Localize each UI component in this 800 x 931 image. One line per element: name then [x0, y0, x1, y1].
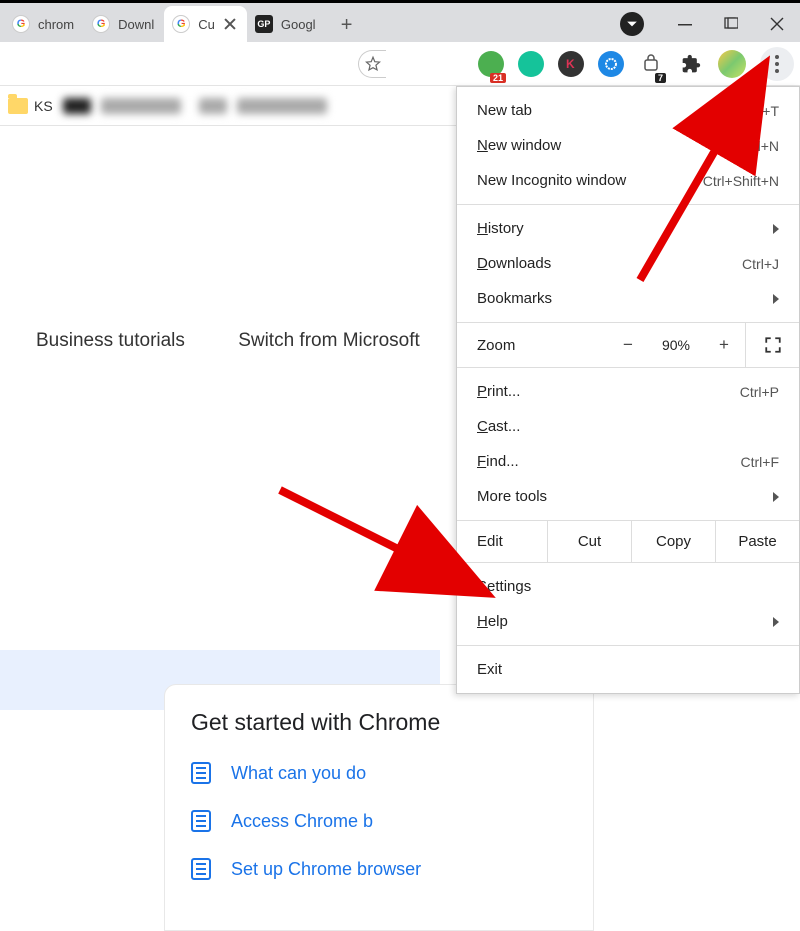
menu-bookmarks[interactable]: Bookmarks — [457, 281, 799, 316]
extension-3[interactable]: K — [558, 51, 584, 77]
bookmark-star-button[interactable] — [358, 50, 386, 78]
google-favicon — [172, 15, 190, 33]
google-favicon — [92, 15, 110, 33]
edit-paste[interactable]: Paste — [715, 521, 799, 562]
extension-4[interactable] — [598, 51, 624, 77]
bookmark-folder[interactable]: KS — [8, 98, 53, 114]
edit-cut[interactable]: Cut — [547, 521, 631, 562]
maximize-button[interactable] — [708, 3, 754, 45]
menu-new-window[interactable]: New window Ctrl+N — [457, 128, 799, 163]
svg-text:K: K — [566, 57, 575, 71]
extensions-button[interactable] — [678, 51, 704, 77]
bookmark-folder-label: KS — [34, 98, 53, 114]
fullscreen-button[interactable] — [745, 323, 799, 367]
gear-icon — [604, 57, 618, 71]
bookmark-blurred-4[interactable] — [237, 98, 327, 114]
chrome-menu-button[interactable] — [760, 47, 794, 81]
menu-incognito[interactable]: New Incognito window Ctrl+Shift+N — [457, 163, 799, 198]
tab-4-label: Googl — [281, 17, 316, 32]
maximize-icon — [724, 17, 738, 31]
bookmark-blurred-3[interactable] — [199, 98, 227, 114]
zoom-label: Zoom — [457, 325, 607, 366]
profile-avatar[interactable] — [718, 50, 746, 78]
zoom-value: 90% — [649, 337, 703, 353]
tab-2[interactable]: Downl — [84, 6, 164, 42]
edit-copy[interactable]: Copy — [631, 521, 715, 562]
panel-heading: Get started with Chrome — [191, 709, 567, 736]
document-icon — [191, 858, 211, 880]
fullscreen-icon — [764, 336, 782, 354]
panel-item-2-label: Access Chrome b — [231, 811, 373, 832]
extension-5-badge: 7 — [655, 73, 666, 83]
menu-find[interactable]: Find... Ctrl+F — [457, 444, 799, 479]
document-icon — [191, 810, 211, 832]
menu-exit[interactable]: Exit — [457, 652, 799, 687]
zoom-in-button[interactable]: + — [703, 323, 745, 367]
submenu-arrow-icon — [773, 294, 779, 304]
browser-toolbar: 21 K 7 — [0, 42, 800, 86]
zoom-out-button[interactable]: − — [607, 323, 649, 367]
menu-more-tools[interactable]: More tools — [457, 479, 799, 514]
tab-3-label: Cu — [198, 17, 215, 32]
submenu-arrow-icon — [773, 617, 779, 627]
window-controls — [620, 3, 800, 45]
tab-strip: chrom Downl Cu GP Googl + — [0, 3, 362, 42]
new-tab-button[interactable]: + — [332, 10, 362, 40]
chrome-menu: New tab Ctrl+T New window Ctrl+N New Inc… — [456, 86, 800, 694]
submenu-arrow-icon — [773, 224, 779, 234]
menu-history[interactable]: History — [457, 211, 799, 246]
extensions-row: 21 K 7 — [478, 47, 794, 81]
panel-item-1[interactable]: What can you do — [191, 762, 567, 784]
menu-cast[interactable]: Cast... — [457, 409, 799, 444]
gp-favicon: GP — [255, 15, 273, 33]
edit-label: Edit — [457, 521, 547, 562]
panel-item-1-label: What can you do — [231, 763, 366, 784]
menu-settings[interactable]: Settings — [457, 569, 799, 604]
tab-4[interactable]: GP Googl — [247, 6, 326, 42]
nav-link-switch[interactable]: Switch from Microsoft — [238, 330, 420, 351]
chevron-down-icon — [626, 18, 638, 30]
puzzle-icon — [681, 54, 701, 74]
extension-1[interactable]: 21 — [478, 51, 504, 77]
panel-item-2[interactable]: Access Chrome b — [191, 810, 567, 832]
menu-help[interactable]: Help — [457, 604, 799, 639]
close-window-button[interactable] — [754, 3, 800, 45]
folder-icon — [8, 98, 28, 114]
bookmark-blurred-2[interactable] — [101, 98, 181, 114]
submenu-arrow-icon — [773, 492, 779, 502]
tab-1[interactable]: chrom — [4, 6, 84, 42]
nav-link-business[interactable]: Business tutorials — [36, 330, 185, 351]
menu-downloads[interactable]: Downloads Ctrl+J — [457, 246, 799, 281]
menu-edit-row: Edit Cut Copy Paste — [457, 520, 799, 563]
menu-zoom-row: Zoom − 90% + — [457, 323, 799, 367]
google-favicon — [12, 15, 30, 33]
get-started-panel: Get started with Chrome What can you do … — [164, 684, 594, 931]
tab-1-label: chrom — [38, 17, 74, 32]
extension-5[interactable]: 7 — [638, 51, 664, 77]
letter-k-icon: K — [564, 57, 578, 71]
shopping-icon — [641, 54, 661, 74]
star-icon — [364, 55, 382, 73]
panel-item-3-label: Set up Chrome browser — [231, 859, 421, 880]
tab-2-label: Downl — [118, 17, 154, 32]
chevron-down-badge[interactable] — [620, 12, 644, 36]
menu-print[interactable]: Print... Ctrl+P — [457, 374, 799, 409]
extension-2[interactable] — [518, 51, 544, 77]
minimize-button[interactable] — [662, 3, 708, 45]
close-tab-icon[interactable] — [223, 17, 237, 31]
bookmark-blurred-1[interactable] — [63, 98, 91, 114]
document-icon — [191, 762, 211, 784]
close-icon — [770, 17, 784, 31]
extension-1-badge: 21 — [490, 73, 506, 83]
minimize-icon — [678, 17, 692, 31]
panel-item-3[interactable]: Set up Chrome browser — [191, 858, 567, 880]
tab-3-active[interactable]: Cu — [164, 6, 247, 42]
menu-new-tab[interactable]: New tab Ctrl+T — [457, 93, 799, 128]
window-titlebar: chrom Downl Cu GP Googl + — [0, 0, 800, 42]
